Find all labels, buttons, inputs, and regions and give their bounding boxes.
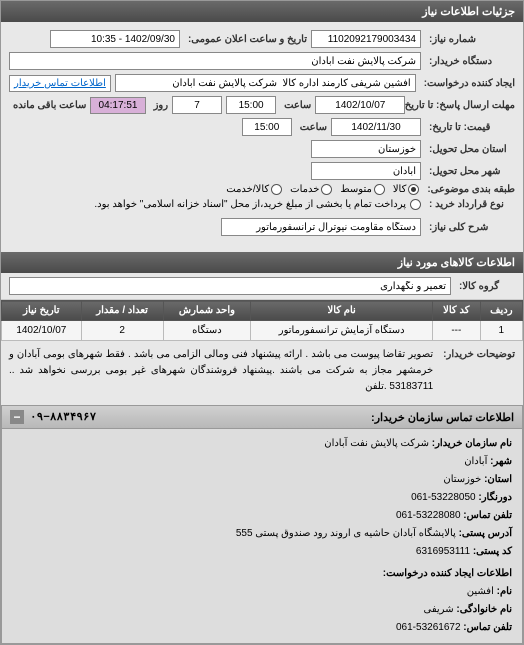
goods-group[interactable] bbox=[9, 277, 451, 295]
tel-label: تلفن تماس: bbox=[463, 622, 512, 633]
buyer-org-input[interactable] bbox=[9, 52, 421, 70]
postal-value: 6316953111 bbox=[416, 546, 470, 557]
radio-kala-khadmat[interactable]: کالا/خدمت bbox=[226, 184, 282, 195]
barcode: ۰۹−۸۸۳۴۹۶۷ bbox=[30, 410, 96, 424]
delivery-city-label: شهر محل تحویل: bbox=[425, 166, 515, 177]
th-name: نام کالا bbox=[251, 301, 433, 321]
td-name: دستگاه آزمایش ترانسفورماتور bbox=[251, 321, 433, 341]
goods-group-label: گروه کالا: bbox=[455, 281, 515, 292]
deadline-day[interactable] bbox=[172, 96, 222, 114]
name-label: نام: bbox=[497, 586, 512, 597]
org-label: نام سازمان خریدار: bbox=[432, 438, 512, 449]
radio-khadmat-label: خدمات bbox=[290, 184, 319, 195]
td-unit: دستگاه bbox=[163, 321, 251, 341]
radio-avg[interactable]: متوسط bbox=[340, 184, 384, 195]
td-row: 1 bbox=[480, 321, 522, 341]
need-desc-label: شرح کلی نیاز: bbox=[425, 222, 515, 233]
family-value: شریفی bbox=[424, 604, 454, 615]
td-code: --- bbox=[433, 321, 481, 341]
goods-table: ردیف کد کالا نام کالا واحد شمارش تعداد /… bbox=[1, 300, 523, 341]
province-value: خوزستان bbox=[443, 474, 481, 485]
radio-avg-label: متوسط bbox=[340, 184, 371, 195]
request-no-label: شماره نیاز: bbox=[425, 34, 515, 45]
announce-label: تاریخ و ساعت اعلان عمومی: bbox=[184, 34, 307, 45]
th-date: تاریخ نیاز bbox=[2, 301, 82, 321]
contact-panel-title: اطلاعات تماس سازمان خریدار: bbox=[371, 411, 514, 424]
province-label: استان: bbox=[484, 474, 512, 485]
phone-value: 53228080-061 bbox=[396, 510, 461, 521]
creator-label: ایجاد کننده درخواست: bbox=[420, 78, 515, 89]
collapse-icon[interactable]: − bbox=[10, 410, 24, 424]
radio-dot-icon bbox=[408, 184, 419, 195]
remain-label: ساعت باقی مانده bbox=[9, 100, 86, 111]
th-code: کد کالا bbox=[433, 301, 481, 321]
city-value: آبادان bbox=[464, 456, 487, 467]
address-label: آدرس پستی: bbox=[459, 528, 512, 539]
contact-link[interactable]: اطلاعات تماس خریدار bbox=[9, 75, 111, 92]
org-value: شرکت پالایش نفت آبادان bbox=[324, 438, 429, 449]
fax-value: 53228050-061 bbox=[411, 492, 476, 503]
phone-label: تلفن تماس: bbox=[463, 510, 512, 521]
goods-section-title: اطلاعات کالاهای مورد نیاز bbox=[1, 252, 523, 273]
request-no-input[interactable] bbox=[311, 30, 421, 48]
price-until-label: قیمت: تا تاریخ: bbox=[425, 122, 515, 133]
delivery-state-label: استان محل تحویل: bbox=[425, 144, 515, 155]
countdown: 04:17:51 bbox=[90, 97, 145, 114]
contract-note: پرداخت تمام یا بخشی از مبلغ خرید،از محل … bbox=[94, 199, 406, 210]
postal-label: کد پستی: bbox=[473, 546, 512, 557]
td-date: 1402/10/07 bbox=[2, 321, 82, 341]
fax-label: دورنگار: bbox=[478, 492, 512, 503]
radio-dot-icon bbox=[321, 184, 332, 195]
classification-radios: کالا متوسط خدمات کالا/خدمت bbox=[226, 184, 419, 195]
address-value: پالایشگاه آبادان حاشیه ی اروند رود صندوق… bbox=[236, 528, 456, 539]
price-hour-label: ساعت bbox=[296, 122, 327, 133]
radio-dot-icon bbox=[271, 184, 282, 195]
form-body: شماره نیاز: تاریخ و ساعت اعلان عمومی: دس… bbox=[1, 22, 523, 248]
radio-kala-khadmat-label: کالا/خدمت bbox=[226, 184, 269, 195]
delivery-city[interactable] bbox=[311, 162, 421, 180]
th-row: ردیف bbox=[480, 301, 522, 321]
deadline-hour[interactable] bbox=[226, 96, 276, 114]
creator-input[interactable] bbox=[115, 74, 416, 92]
delivery-state[interactable] bbox=[311, 140, 421, 158]
buyer-notes: تصویر تقاضا پیوست می باشد . ارائه پیشنها… bbox=[9, 347, 433, 395]
name-value: افشین bbox=[467, 586, 494, 597]
radio-dot-icon bbox=[410, 199, 421, 210]
classification-label: طبقه بندی موضوعی: bbox=[423, 184, 515, 195]
announce-input[interactable] bbox=[50, 30, 180, 48]
radio-dot-icon bbox=[374, 184, 385, 195]
table-row[interactable]: 1 --- دستگاه آزمایش ترانسفورماتور دستگاه… bbox=[2, 321, 523, 341]
th-unit: واحد شمارش bbox=[163, 301, 251, 321]
radio-kala-label: کالا bbox=[393, 184, 407, 195]
contract-type-label: نوع قرارداد خرید : bbox=[425, 199, 515, 210]
radio-khadmat[interactable]: خدمات bbox=[290, 184, 332, 195]
radio-kala[interactable]: کالا bbox=[393, 184, 420, 195]
buyer-org-label: دستگاه خریدار: bbox=[425, 56, 515, 67]
need-desc[interactable] bbox=[221, 218, 421, 236]
panel-header: جزئیات اطلاعات نیاز bbox=[1, 1, 523, 22]
td-qty: 2 bbox=[81, 321, 163, 341]
day-label: روز bbox=[150, 100, 169, 111]
deadline-hour-label: ساعت bbox=[280, 100, 311, 111]
city-label: شهر: bbox=[490, 456, 512, 467]
buyer-notes-label: توضیحات خریدار: bbox=[439, 347, 515, 360]
contract-radio[interactable] bbox=[410, 199, 421, 210]
family-label: نام خانوادگی: bbox=[456, 604, 512, 615]
deadline-label: مهلت ارسال پاسخ: تا تاریخ: bbox=[409, 100, 515, 111]
price-hour[interactable] bbox=[242, 118, 292, 136]
creator-section-label: اطلاعات ایجاد کننده درخواست: bbox=[12, 565, 512, 583]
price-date[interactable] bbox=[331, 118, 421, 136]
tel-value: 53261672-061 bbox=[396, 622, 461, 633]
deadline-date[interactable] bbox=[315, 96, 405, 114]
contact-panel: اطلاعات تماس سازمان خریدار: ۰۹−۸۸۳۴۹۶۷ −… bbox=[1, 405, 523, 644]
th-qty: تعداد / مقدار bbox=[81, 301, 163, 321]
